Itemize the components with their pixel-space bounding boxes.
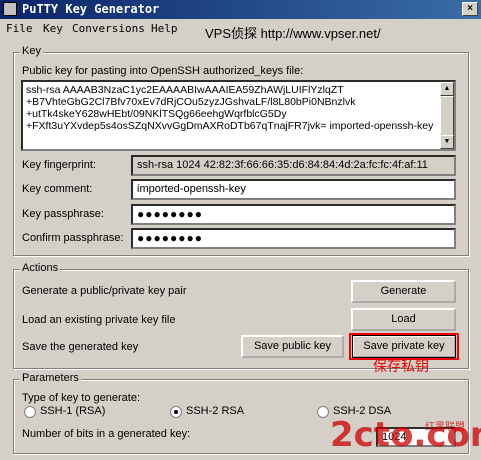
radio-ssh1-label[interactable]: SSH-1 (RSA) xyxy=(40,405,105,417)
pubkey-label: Public key for pasting into OpenSSH auth… xyxy=(22,65,304,77)
scroll-down-arrow-icon[interactable]: ▼ xyxy=(440,135,454,149)
comment-label: Key comment: xyxy=(22,183,93,195)
radio-ssh2-rsa-label[interactable]: SSH-2 RSA xyxy=(186,405,244,417)
key-type-label: Type of key to generate: xyxy=(22,392,141,404)
save-private-annotation: 保存私钥 xyxy=(373,358,429,374)
menu-file[interactable]: File xyxy=(6,22,33,35)
load-button[interactable]: Load xyxy=(351,308,456,331)
scroll-thumb[interactable] xyxy=(440,96,454,136)
actions-group-label: Actions xyxy=(20,262,61,274)
confirm-passphrase-field[interactable]: ●●●●●●●● xyxy=(131,228,456,249)
key-group-label: Key xyxy=(20,45,43,57)
watermark-subtext: 红黑联盟 xyxy=(425,422,465,433)
generate-button[interactable]: Generate xyxy=(351,280,456,303)
bits-label: Number of bits in a generated key: xyxy=(22,428,191,440)
window-title: PuTTY Key Generator xyxy=(22,2,160,16)
pubkey-text: ssh-rsa AAAAB3NzaC1yc2EAAAABIwAAAIEA59Zh… xyxy=(26,84,434,132)
passphrase-field[interactable]: ●●●●●●●● xyxy=(131,204,456,225)
save-text: Save the generated key xyxy=(22,341,139,353)
pubkey-textarea[interactable]: ssh-rsa AAAAB3NzaC1yc2EAAAABIwAAAIEA59Zh… xyxy=(21,80,456,151)
fingerprint-field[interactable]: ssh-rsa 1024 42:82:3f:66:66:35:d6:84:84:… xyxy=(131,155,456,176)
close-button[interactable]: × xyxy=(462,2,478,16)
pubkey-scrollbar[interactable]: ▲ ▼ xyxy=(440,82,454,149)
menu-key[interactable]: Key xyxy=(43,22,63,35)
putty-app-icon[interactable] xyxy=(3,2,17,16)
menu-conversions[interactable]: Conversions xyxy=(72,22,145,35)
parameters-group-label: Parameters xyxy=(20,372,81,384)
overlay-url-annotation: VPS侦探 http://www.vpser.net/ xyxy=(205,26,381,41)
scroll-up-arrow-icon[interactable]: ▲ xyxy=(440,82,454,96)
passphrase-label: Key passphrase: xyxy=(22,208,104,220)
title-bar: PuTTY Key Generator × xyxy=(0,0,481,19)
load-text: Load an existing private key file xyxy=(22,314,176,326)
menu-help[interactable]: Help xyxy=(151,22,178,35)
generate-text: Generate a public/private key pair xyxy=(22,285,187,297)
radio-ssh2-rsa[interactable] xyxy=(170,406,182,418)
save-public-key-button[interactable]: Save public key xyxy=(241,335,344,358)
radio-ssh2-dsa[interactable] xyxy=(317,406,329,418)
comment-field[interactable]: imported-openssh-key xyxy=(131,179,456,200)
confirm-passphrase-label: Confirm passphrase: xyxy=(22,232,124,244)
fingerprint-label: Key fingerprint: xyxy=(22,159,96,171)
radio-ssh1[interactable] xyxy=(24,406,36,418)
